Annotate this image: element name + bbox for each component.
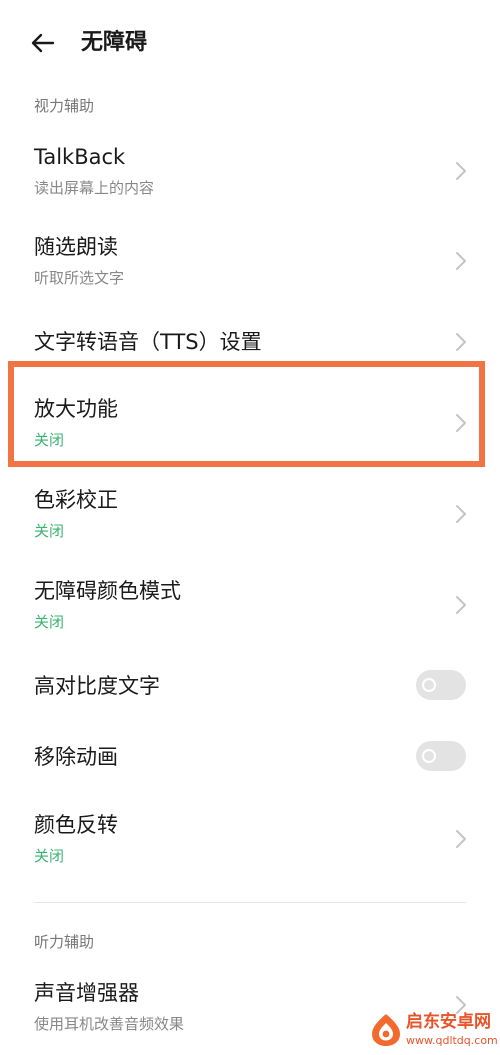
page-title: 无障碍	[81, 30, 148, 55]
chevron-right-icon	[456, 333, 466, 351]
chevron-right-icon	[456, 162, 466, 180]
row-title: 随选朗读	[34, 235, 118, 259]
row-subtitle: 读出屏幕上的内容	[34, 179, 155, 197]
toggle-knob	[422, 749, 436, 763]
row-title: 移除动画	[34, 745, 118, 769]
row-title: 颜色反转	[34, 813, 118, 837]
status-text: 关闭	[34, 522, 65, 540]
status-text: 关闭	[34, 431, 65, 449]
watermark-url: www.qdltdq.com	[406, 1034, 498, 1047]
chevron-right-icon	[456, 830, 466, 848]
section-divider	[34, 902, 466, 903]
row-high-contrast-text[interactable]: 高对比度文字	[0, 664, 500, 710]
row-talkback[interactable]: TalkBack 读出屏幕上的内容	[0, 140, 500, 206]
row-title: 高对比度文字	[34, 674, 160, 698]
watermark-logo-icon	[372, 1014, 400, 1046]
row-title: 无障碍颜色模式	[34, 579, 181, 603]
row-subtitle: 使用耳机改善音频效果	[34, 1015, 185, 1033]
section-title-hearing: 听力辅助	[34, 933, 95, 951]
row-color-correction[interactable]: 色彩校正 关闭	[0, 483, 500, 549]
row-title: 色彩校正	[34, 488, 118, 512]
row-magnification[interactable]: 放大功能 关闭	[0, 392, 500, 458]
row-subtitle: 听取所选文字	[34, 269, 125, 287]
row-remove-animations[interactable]: 移除动画	[0, 735, 500, 781]
chevron-right-icon	[456, 252, 466, 270]
row-title: 放大功能	[34, 397, 118, 421]
chevron-right-icon	[456, 505, 466, 523]
row-title: 文字转语音（TTS）设置	[34, 330, 262, 354]
status-text: 关闭	[34, 613, 65, 631]
watermark: 启东安卓网 www.qdltdq.com	[370, 1010, 498, 1052]
chevron-right-icon	[456, 414, 466, 432]
row-select-to-speak[interactable]: 随选朗读 听取所选文字	[0, 230, 500, 296]
row-title: TalkBack	[34, 145, 126, 169]
remove-animations-toggle[interactable]	[416, 741, 466, 771]
row-color-inversion[interactable]: 颜色反转 关闭	[0, 808, 500, 874]
row-title: 声音增强器	[34, 981, 139, 1005]
high-contrast-toggle[interactable]	[416, 670, 466, 700]
back-arrow-icon[interactable]	[28, 28, 58, 58]
row-accessibility-color-mode[interactable]: 无障碍颜色模式 关闭	[0, 574, 500, 640]
chevron-right-icon	[456, 596, 466, 614]
section-title-vision: 视力辅助	[34, 97, 95, 115]
row-tts-settings[interactable]: 文字转语音（TTS）设置	[0, 320, 500, 366]
status-text: 关闭	[34, 847, 65, 865]
toggle-knob	[422, 678, 436, 692]
watermark-name: 启东安卓网	[406, 1012, 491, 1032]
app-header: 无障碍	[0, 0, 500, 88]
